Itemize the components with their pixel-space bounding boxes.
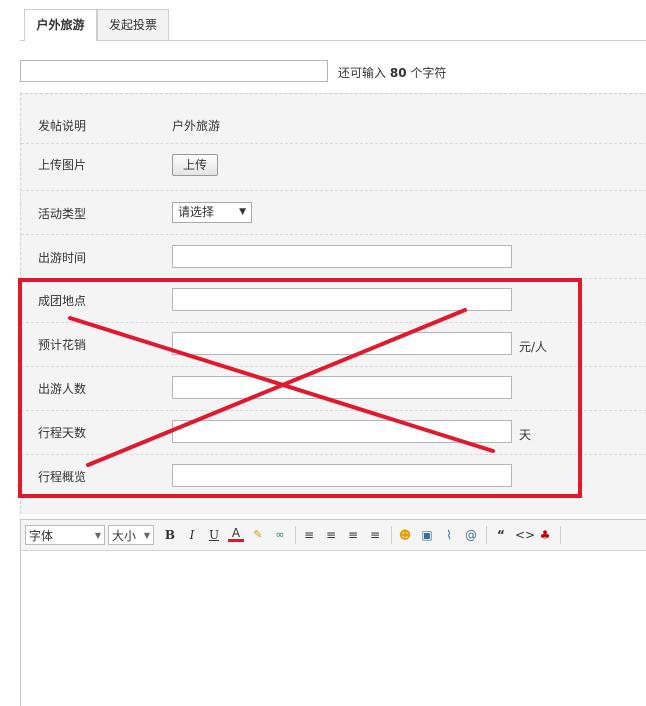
row-post-desc: 发帖说明 户外旅游 bbox=[21, 94, 646, 144]
rich-text-editor: 字体 ▼ 大小 ▼ B I U A ✎ ∞ ≡ ≡ ≡ ≡ ☻ ▣ ⌇ @ “ … bbox=[20, 519, 646, 706]
upload-button[interactable]: 上传 bbox=[172, 154, 218, 176]
toolbar-separator bbox=[295, 526, 296, 544]
font-color-icon[interactable]: A bbox=[228, 527, 244, 542]
editor-content-area[interactable] bbox=[21, 551, 646, 706]
align-justify-icon[interactable]: ≡ bbox=[301, 527, 317, 543]
tab-outdoor-travel[interactable]: 户外旅游 bbox=[24, 9, 97, 41]
highlight-icon[interactable]: ✎ bbox=[250, 527, 266, 543]
underline-icon[interactable]: U bbox=[206, 527, 222, 543]
bold-icon[interactable]: B bbox=[162, 527, 178, 543]
at-icon[interactable]: @ bbox=[463, 527, 479, 543]
counter-number: 80 bbox=[389, 66, 407, 80]
subject-input[interactable] bbox=[20, 60, 328, 82]
activity-type-select[interactable]: 请选择 ▼ bbox=[172, 202, 252, 223]
font-family-select[interactable]: 字体 ▼ bbox=[25, 525, 105, 545]
font-size-select[interactable]: 大小 ▼ bbox=[108, 525, 154, 545]
travel-time-input[interactable] bbox=[172, 245, 512, 268]
toolbar-separator bbox=[560, 526, 561, 544]
toolbar-separator bbox=[486, 526, 487, 544]
char-counter: 还可输入 80 个字符 bbox=[338, 64, 446, 81]
red-annotation-box bbox=[18, 278, 582, 498]
image-icon[interactable]: ▣ bbox=[419, 527, 435, 543]
post-desc-value: 户外旅游 bbox=[172, 119, 221, 133]
emoji-icon[interactable]: ☻ bbox=[397, 527, 413, 543]
code-icon[interactable]: <> bbox=[515, 527, 535, 543]
align-right-icon[interactable]: ≡ bbox=[367, 527, 383, 543]
chevron-down-icon: ▼ bbox=[94, 531, 101, 540]
qq-icon[interactable]: ♣ bbox=[537, 527, 553, 543]
row-upload: 上传图片 上传 bbox=[21, 144, 646, 191]
link-icon[interactable]: ∞ bbox=[272, 527, 288, 543]
tab-bar: 户外旅游 发起投票 bbox=[20, 9, 646, 41]
dropdown-arrow-icon: ▼ bbox=[239, 207, 246, 217]
travel-time-label: 出游时间 bbox=[38, 251, 87, 265]
font-size-value: 大小 bbox=[112, 529, 137, 543]
activity-type-value: 请选择 bbox=[178, 205, 215, 219]
counter-prefix: 还可输入 bbox=[338, 66, 387, 80]
tab-start-poll[interactable]: 发起投票 bbox=[97, 9, 169, 40]
align-left-icon[interactable]: ≡ bbox=[323, 527, 339, 543]
font-family-value: 字体 bbox=[29, 529, 54, 543]
editor-toolbar: 字体 ▼ 大小 ▼ B I U A ✎ ∞ ≡ ≡ ≡ ≡ ☻ ▣ ⌇ @ “ … bbox=[21, 520, 646, 551]
counter-suffix: 个字符 bbox=[410, 66, 447, 80]
toolbar-separator bbox=[391, 526, 392, 544]
upload-label: 上传图片 bbox=[38, 158, 87, 172]
row-activity-type: 活动类型 请选择 ▼ bbox=[21, 191, 646, 235]
align-center-icon[interactable]: ≡ bbox=[345, 527, 361, 543]
post-desc-label: 发帖说明 bbox=[38, 119, 87, 133]
italic-icon[interactable]: I bbox=[184, 527, 200, 543]
quote-icon[interactable]: “ bbox=[493, 527, 509, 543]
row-travel-time: 出游时间 bbox=[21, 235, 646, 279]
chevron-down-icon: ▼ bbox=[143, 531, 150, 540]
activity-type-label: 活动类型 bbox=[38, 207, 87, 221]
attachment-icon[interactable]: ⌇ bbox=[441, 527, 457, 543]
